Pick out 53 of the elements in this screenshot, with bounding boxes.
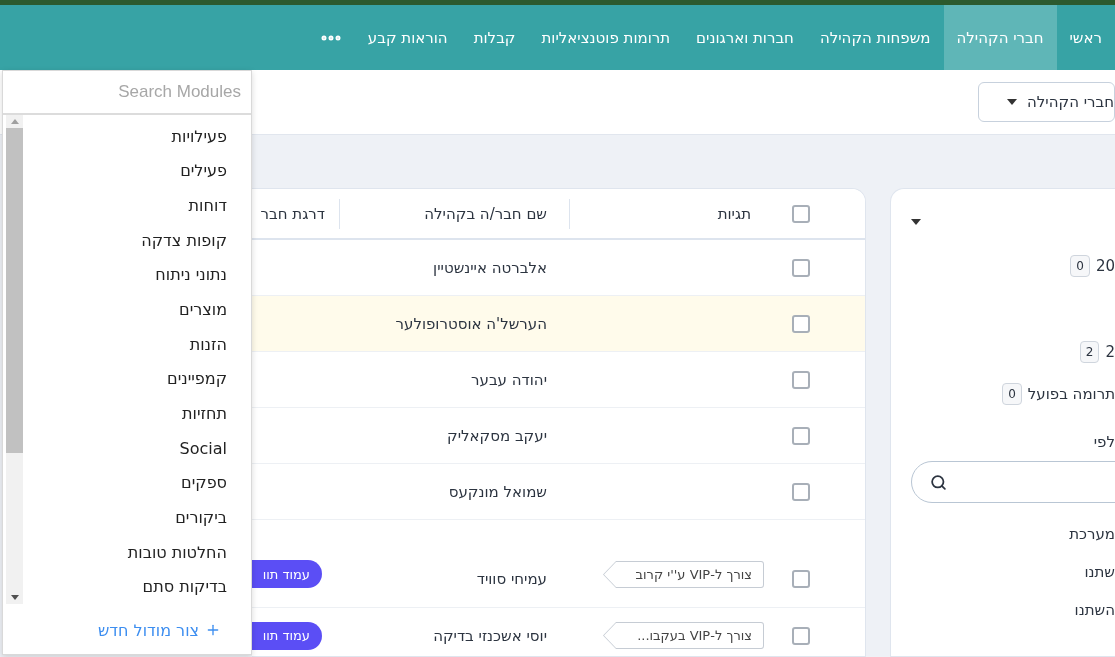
column-header: שם חבר/ה בקהילה: [424, 204, 548, 223]
module-item[interactable]: קופות צדקה: [23, 222, 251, 258]
module-item[interactable]: החלטות טובות: [23, 534, 251, 570]
column-header: דרגת חבר: [260, 204, 326, 223]
row-checkbox[interactable]: [792, 626, 810, 645]
filter-option[interactable]: שתנו: [891, 563, 1115, 581]
row-checkbox[interactable]: [792, 258, 810, 277]
module-item[interactable]: קמפיינים: [23, 361, 251, 397]
summary-label: 2: [1105, 343, 1115, 361]
member-name: שמואל מונקעס: [448, 482, 547, 501]
module-item[interactable]: Social: [23, 430, 251, 466]
caret-icon[interactable]: [911, 219, 921, 225]
module-item[interactable]: תחזיות: [23, 396, 251, 431]
tag: צורך ל-VIP ע''י קרוב: [603, 561, 764, 588]
row-checkbox[interactable]: [792, 570, 810, 588]
status-pill[interactable]: עמוד תוו: [252, 621, 322, 650]
module-item[interactable]: ביקורים: [23, 500, 251, 535]
view-dropdown[interactable]: חברי הקהילה: [978, 82, 1115, 122]
search-icon: [930, 473, 947, 491]
row-checkbox[interactable]: [792, 482, 810, 501]
member-name: אלברטה איינשטיין: [433, 258, 547, 277]
member-name: יעקב מסקאליק: [447, 426, 547, 445]
select-all-checkbox[interactable]: [792, 204, 810, 223]
member-name: הערשל'ה אוסטרופולער: [395, 314, 547, 333]
module-item[interactable]: מוצרים: [23, 292, 251, 327]
summary-label: תרומה בפועל: [1027, 385, 1115, 403]
column-header: תגיות: [717, 204, 752, 223]
module-item[interactable]: נתוני ניתוח: [23, 257, 251, 293]
module-item[interactable]: בדיקות סתם: [23, 569, 251, 604]
count-badge: 0: [1070, 255, 1090, 277]
plus-icon: [205, 622, 221, 638]
filter-option[interactable]: מערכת: [891, 525, 1115, 543]
row-checkbox[interactable]: [792, 314, 810, 333]
filter-option[interactable]: השתנו: [891, 601, 1115, 619]
count-badge: 0: [1002, 383, 1022, 405]
count-badge: 2: [1079, 341, 1100, 363]
row-checkbox[interactable]: [792, 426, 810, 445]
tag: צורך ל-VIP בעקבו...: [603, 622, 764, 649]
module-item[interactable]: פעילויות: [23, 119, 251, 154]
module-item[interactable]: דוחות: [23, 188, 251, 223]
scrollbar[interactable]: [6, 115, 23, 604]
module-item[interactable]: ספקים: [23, 465, 251, 501]
module-item[interactable]: פעילים: [23, 153, 251, 189]
status-pill[interactable]: עמוד תוו: [252, 560, 322, 588]
table-row[interactable]: הערשל'ה אוסטרופולער: [252, 296, 865, 352]
member-name: עמיחי סוויד: [476, 570, 547, 588]
member-name: יהודה עבער: [471, 370, 547, 389]
module-item[interactable]: הזנות: [23, 326, 251, 362]
group-label: לפי: [1092, 433, 1115, 451]
summary-label: 20: [1095, 257, 1115, 275]
row-checkbox[interactable]: [792, 370, 810, 389]
module-search-field[interactable]: Search Modules: [18, 81, 243, 103]
member-name: יוסי אשכנזי בדיקה: [433, 626, 547, 645]
